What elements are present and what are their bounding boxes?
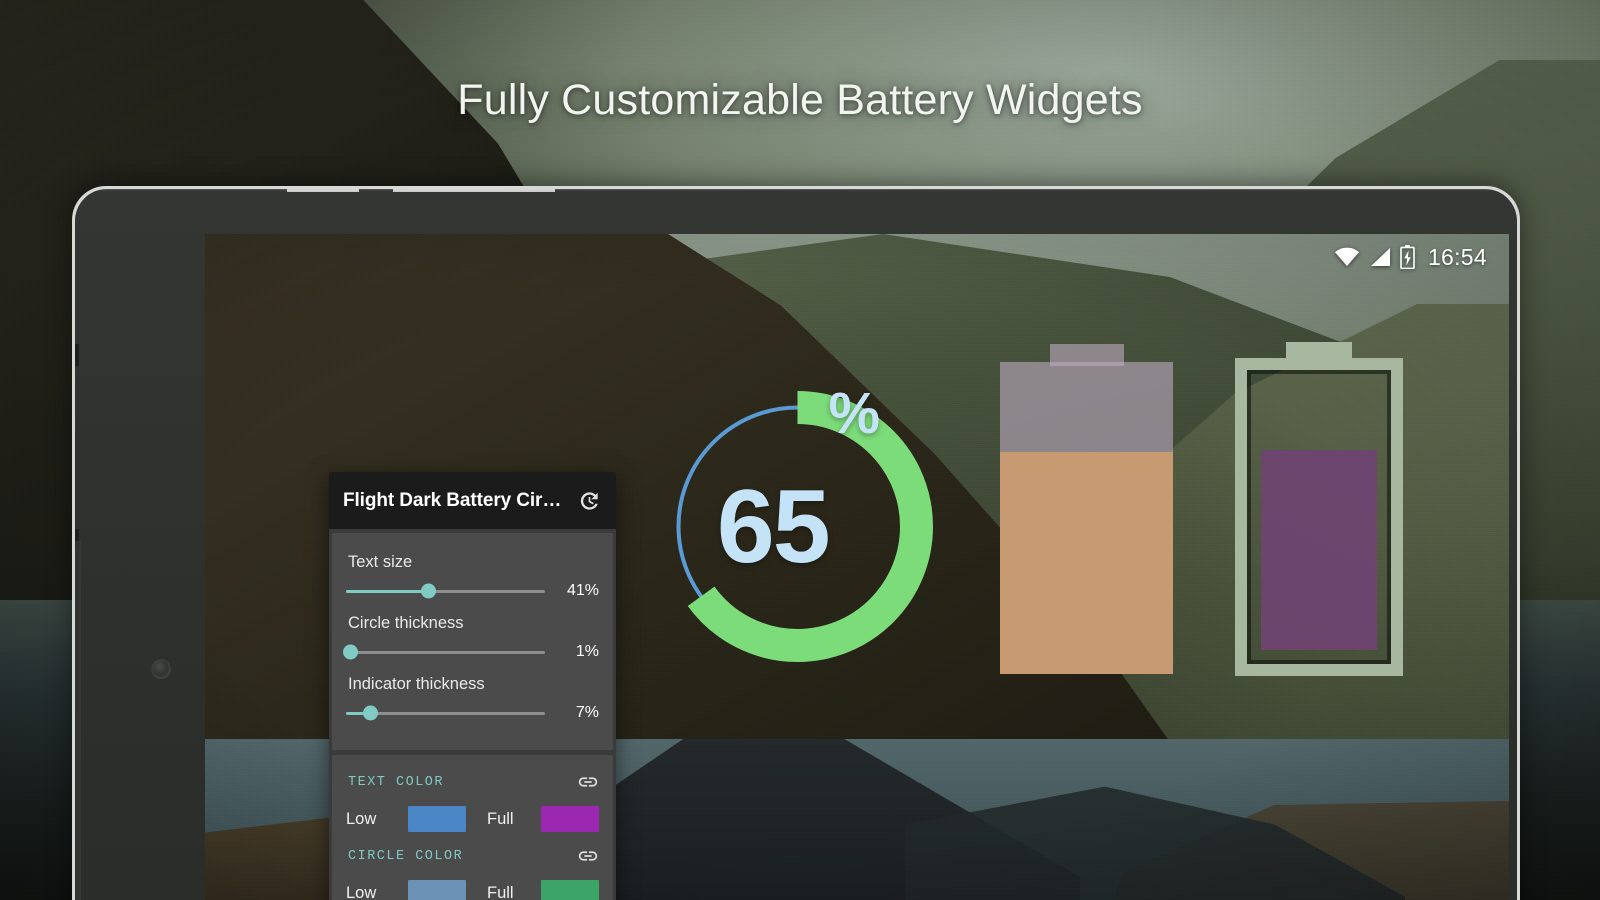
color-swatch-full[interactable] <box>541 806 599 832</box>
tablet-top-button-1[interactable] <box>287 189 359 192</box>
slider-thumb[interactable] <box>342 644 358 660</box>
color-swatch-full[interactable] <box>541 880 599 900</box>
color-full-label: Full <box>487 809 514 828</box>
slider-control[interactable]: 41% <box>346 574 599 608</box>
slider-text-size[interactable]: Text size 41% <box>346 553 599 608</box>
color-swatch-low[interactable] <box>408 880 467 900</box>
panel-title: Flight Dark Battery Cir… <box>343 489 562 511</box>
slider-control[interactable]: 7% <box>346 696 599 730</box>
circle-percent-symbol: % <box>828 381 881 446</box>
color-row[interactable]: Low Full <box>346 799 599 839</box>
status-bar[interactable]: 16:54 <box>1312 234 1509 280</box>
slider-value: 7% <box>575 704 599 721</box>
slider-thumb[interactable] <box>362 705 378 721</box>
battery-filled-level <box>1000 452 1173 674</box>
slider-track[interactable] <box>346 705 545 721</box>
circle-battery-widget[interactable]: 65 % <box>630 359 965 694</box>
color-row[interactable]: Low Full <box>346 873 599 900</box>
section-title: TEXT COLOR <box>348 774 445 790</box>
section-circle-color: CIRCLE COLOR Low Full <box>346 845 599 900</box>
colors-card: TEXT COLOR Low Full CIRCLE COLOR Low Ful… <box>332 755 613 900</box>
slider-fill <box>346 589 428 593</box>
slider-value: 1% <box>575 643 599 660</box>
battery-widget-filled[interactable] <box>1000 344 1173 674</box>
slider-label: Text size <box>348 553 413 571</box>
slider-thumb[interactable] <box>420 583 436 599</box>
slider-track[interactable] <box>342 644 545 660</box>
color-full-label: Full <box>487 883 514 900</box>
tablet-device: 16:54 65 % Flight Dark Battery Cir… Text… <box>72 186 1520 900</box>
sliders-card: Text size 41% Circle thickness 1% Indica… <box>332 533 613 750</box>
tablet-side-rail <box>75 541 81 900</box>
slider-track[interactable] <box>346 583 545 599</box>
section-text-color: TEXT COLOR Low Full <box>346 771 599 839</box>
circle-percent-number: 65 <box>716 468 831 585</box>
battery-outline-body <box>1235 358 1403 676</box>
status-bar-clock: 16:54 <box>1427 243 1487 270</box>
color-swatch-low[interactable] <box>408 806 467 832</box>
cellular-signal-icon <box>1370 248 1390 266</box>
battery-widget-outline[interactable] <box>1235 342 1403 676</box>
slider-control[interactable]: 1% <box>342 635 599 669</box>
tablet-side-button-1[interactable] <box>75 344 79 366</box>
tablet-screen: 16:54 65 % Flight Dark Battery Cir… Text… <box>205 234 1509 900</box>
history-restore-icon[interactable] <box>576 488 602 514</box>
front-camera-icon <box>151 659 171 679</box>
promo-stage: Fully Customizable Battery Widgets 16:54… <box>0 0 1600 900</box>
link-icon[interactable] <box>577 771 599 793</box>
tablet-bezel: 16:54 65 % Flight Dark Battery Cir… Text… <box>75 189 1517 900</box>
panel-app-bar: Flight Dark Battery Cir… <box>329 472 616 529</box>
slider-label: Circle thickness <box>348 614 464 632</box>
slider-circle-thickness[interactable]: Circle thickness 1% <box>342 614 599 669</box>
section-header: TEXT COLOR <box>348 771 599 793</box>
color-low-label: Low <box>346 883 377 900</box>
link-icon[interactable] <box>577 845 599 867</box>
battery-charging-icon <box>1400 245 1415 269</box>
page-title: Fully Customizable Battery Widgets <box>457 76 1143 124</box>
tablet-top-button-2[interactable] <box>393 189 555 192</box>
section-header: CIRCLE COLOR <box>348 845 599 867</box>
wifi-icon <box>1334 247 1359 266</box>
slider-indicator-thickness[interactable]: Indicator thickness 7% <box>346 675 599 730</box>
battery-filled-body <box>1000 362 1173 674</box>
circle-percent-display: 65 % <box>630 359 965 694</box>
section-title: CIRCLE COLOR <box>348 848 464 864</box>
widget-settings-panel[interactable]: Flight Dark Battery Cir… Text size 41% C… <box>329 472 616 900</box>
slider-value: 41% <box>566 582 599 599</box>
color-low-label: Low <box>346 809 377 828</box>
slider-label: Indicator thickness <box>348 675 485 693</box>
battery-outline-level <box>1261 450 1377 650</box>
